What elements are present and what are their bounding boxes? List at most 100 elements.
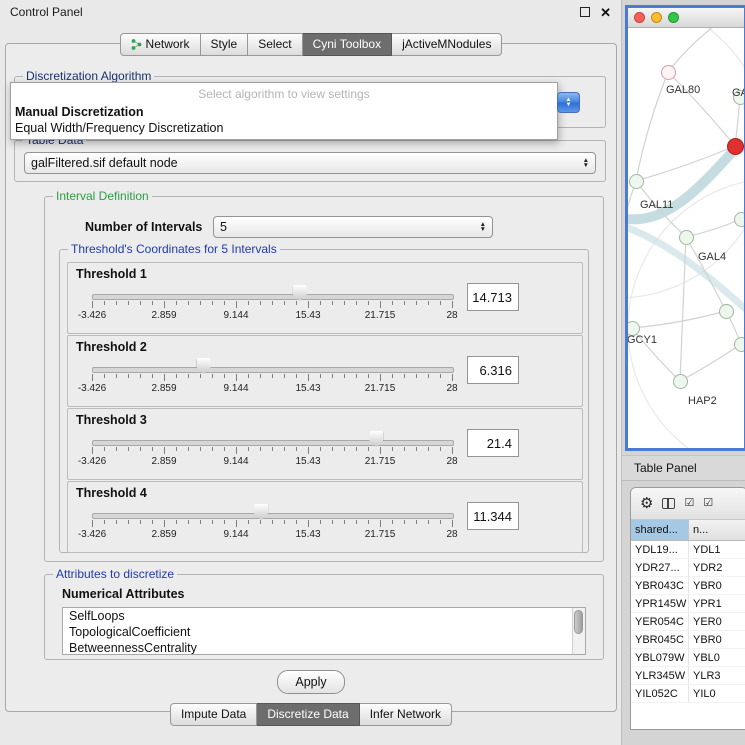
minimize-traffic-light[interactable]	[651, 12, 662, 23]
tab-network[interactable]: Network	[120, 33, 201, 56]
columns-icon[interactable]	[662, 498, 675, 509]
combo-stepper-icon: ▲▼	[583, 158, 589, 169]
threshold-value-field[interactable]: 14.713	[467, 283, 519, 311]
table-rows: YDL19...YDL1YDR27...YDR2YBR043CYBR0YPR14…	[631, 541, 745, 703]
network-node[interactable]	[727, 138, 744, 155]
network-node[interactable]	[719, 304, 734, 319]
table-cell: YBR045C	[631, 631, 689, 648]
network-node[interactable]	[734, 337, 745, 352]
table-data-combobox[interactable]: galFiltered.sif default node ▲▼	[24, 152, 596, 174]
attribute-list-item[interactable]: BetweennessCentrality	[63, 640, 585, 655]
algorithm-option[interactable]: Equal Width/Frequency Discretization	[11, 120, 557, 136]
slider-scale-labels: -3.4262.8599.14415.4321.71528	[92, 310, 452, 322]
algorithm-dropdown-prompt: Select algorithm to view settings	[11, 83, 557, 104]
tab-label: Network	[146, 37, 190, 51]
column-header[interactable]: n...	[689, 520, 745, 540]
table-row[interactable]: YPR145WYPR1	[631, 595, 745, 613]
threshold-value-field[interactable]: 6.316	[467, 356, 519, 384]
tab-bar: Network StyleSelectCyni ToolboxjActiveMNo…	[0, 33, 622, 56]
slider[interactable]	[92, 358, 452, 374]
attribute-list-item[interactable]: SelfLoops	[63, 608, 585, 624]
table-cell: YER054C	[631, 613, 689, 630]
checkbox-icon[interactable]: ☑	[703, 498, 713, 509]
apply-button[interactable]: Apply	[277, 670, 345, 694]
node-label: GCY1	[628, 334, 657, 346]
table-cell: YBR0	[689, 577, 745, 594]
tab-select[interactable]: Select	[248, 33, 302, 56]
checkbox-icon[interactable]: ☑	[684, 498, 694, 509]
tab-discretize-data[interactable]: Discretize Data	[257, 703, 359, 726]
scale-label: 9.144	[223, 383, 248, 394]
scale-label: 2.859	[151, 383, 176, 394]
network-node[interactable]	[673, 374, 688, 389]
threshold-label: Threshold 3	[76, 413, 147, 427]
float-window-icon[interactable]	[580, 7, 590, 17]
table-row[interactable]: YBR045CYBR0	[631, 631, 745, 649]
number-of-intervals-combobox[interactable]: 5 ▲▼	[213, 216, 493, 238]
table-row[interactable]: YBL079WYBL0	[631, 649, 745, 667]
tab-impute-data[interactable]: Impute Data	[170, 703, 257, 726]
network-node[interactable]	[629, 174, 644, 189]
close-icon[interactable]: ✕	[600, 6, 611, 19]
slider-scale-labels: -3.4262.8599.14415.4321.71528	[92, 456, 452, 468]
table-row[interactable]: YLR345WYLR3	[631, 667, 745, 685]
attribute-list-item[interactable]: TopologicalCoefficient	[63, 624, 585, 640]
scale-label: 9.144	[223, 529, 248, 540]
slider-thumb-icon[interactable]	[254, 504, 268, 520]
threshold-value-field[interactable]: 21.4	[467, 429, 519, 457]
tab-cyni-toolbox[interactable]: Cyni Toolbox	[303, 33, 392, 56]
slider[interactable]	[92, 504, 452, 520]
algorithm-combobox-stepper[interactable]: ▲▼	[557, 92, 580, 113]
node-label: GAL11	[640, 199, 673, 211]
threshold-panel: Threshold 2 -3.4262.8599.14415.4321.7152…	[67, 335, 583, 407]
table-row[interactable]: YDL19...YDL1	[631, 541, 745, 559]
table-cell: YDR2	[689, 559, 745, 576]
network-window: GAL80GAGAL11GAL4GCY1HAP2	[625, 5, 745, 451]
slider-thumb-icon[interactable]	[293, 285, 307, 301]
combo-stepper-icon: ▲▼	[480, 222, 486, 233]
table-toolbar: ⚙ ☑ ☑	[631, 488, 745, 520]
algorithm-option[interactable]: Manual Discretization	[11, 104, 557, 120]
attributes-scrollbar[interactable]	[572, 608, 585, 654]
algorithm-popup-options: Manual DiscretizationEqual Width/Frequen…	[11, 104, 557, 136]
slider-ticks	[92, 301, 452, 309]
table-row[interactable]: YER054CYER0	[631, 613, 745, 631]
network-canvas[interactable]: GAL80GAGAL11GAL4GCY1HAP2	[628, 28, 744, 448]
table-row[interactable]: YIL052CYIL0	[631, 685, 745, 703]
slider-ticks	[92, 520, 452, 528]
algorithm-group-title: Discretization Algorithm	[23, 69, 154, 83]
bottom-tab-bar: Impute DataDiscretize DataInfer Network	[0, 703, 622, 726]
node-label: GAL4	[698, 251, 726, 263]
scale-label: 15.43	[295, 456, 320, 467]
tab-jactivemnodules[interactable]: jActiveMNodules	[392, 33, 502, 56]
column-header[interactable]: shared...	[631, 520, 689, 540]
table-row[interactable]: YDR27...YDR2	[631, 559, 745, 577]
network-node[interactable]	[734, 212, 745, 227]
table-row[interactable]: YBR043CYBR0	[631, 577, 745, 595]
network-node[interactable]	[679, 230, 694, 245]
scale-label: 28	[446, 456, 457, 467]
slider-thumb-icon[interactable]	[369, 431, 383, 447]
tab-style[interactable]: Style	[201, 33, 249, 56]
gear-icon[interactable]: ⚙	[640, 496, 653, 511]
thresholds-group-title: Threshold's Coordinates for 5 Intervals	[68, 242, 280, 256]
table-cell: YPR1	[689, 595, 745, 612]
table-cell: YBR0	[689, 631, 745, 648]
threshold-label: Threshold 1	[76, 267, 147, 281]
threshold-value-field[interactable]: 11.344	[467, 502, 519, 530]
slider[interactable]	[92, 285, 452, 301]
attributes-groupbox: Attributes to discretize Numerical Attri…	[44, 574, 604, 660]
scrollbar-thumb[interactable]	[574, 610, 583, 634]
slider-ticks	[92, 447, 452, 455]
slider-thumb-icon[interactable]	[197, 358, 211, 374]
network-node[interactable]	[661, 65, 676, 80]
close-traffic-light[interactable]	[634, 12, 645, 23]
network-titlebar	[628, 8, 744, 28]
scale-label: -3.426	[78, 529, 106, 540]
table-window: ⚙ ☑ ☑ shared...n... YDL19...YDL1YDR27...…	[630, 487, 745, 730]
tab-infer-network[interactable]: Infer Network	[360, 703, 452, 726]
slider[interactable]	[92, 431, 452, 447]
table-panel-header: Table Panel	[622, 455, 745, 481]
zoom-traffic-light[interactable]	[668, 12, 679, 23]
table-panel-title: Table Panel	[634, 461, 697, 475]
